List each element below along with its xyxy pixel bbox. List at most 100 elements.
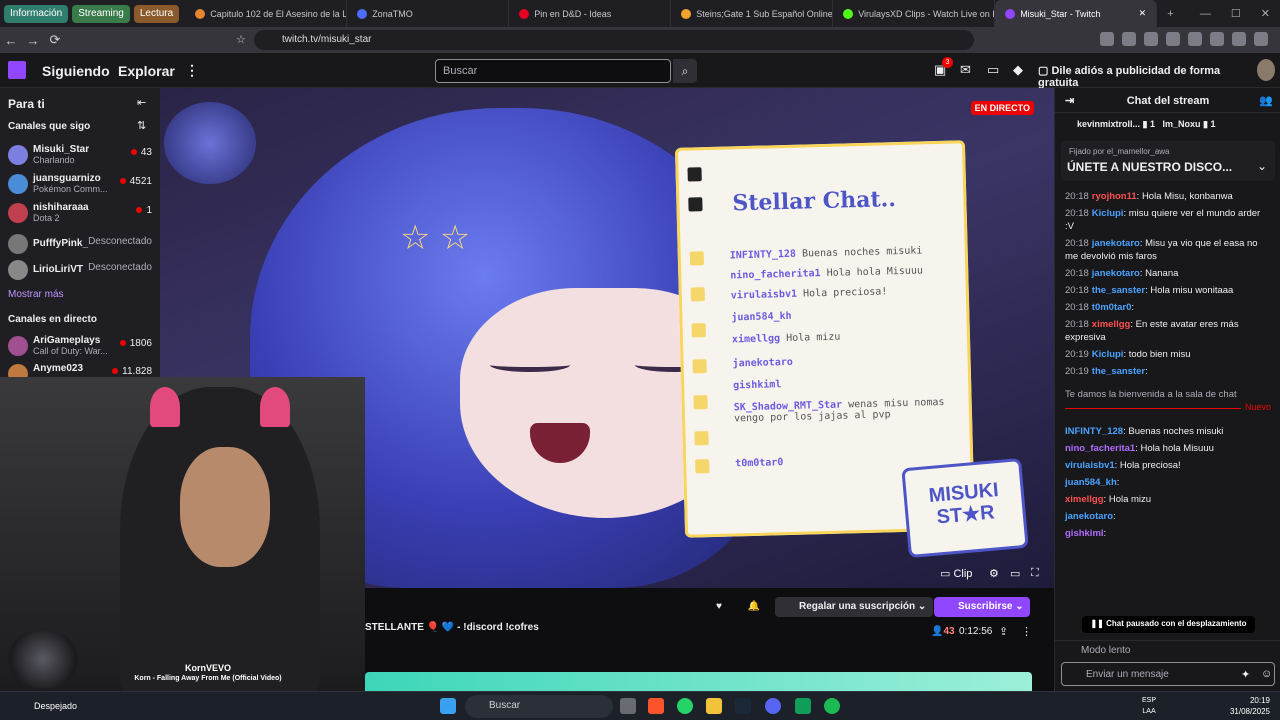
ad-free-button[interactable]: ▢ Dile adiós a publicidad de forma gratu… <box>1038 60 1248 89</box>
weather-widget[interactable]: Despejado <box>34 701 77 711</box>
browser-tab-active[interactable]: Misuki_Star - Twitch ✕ <box>995 0 1158 27</box>
brave-icon[interactable] <box>648 698 664 714</box>
browser-tab[interactable]: Pin en D&D - Ideas <box>509 0 672 27</box>
search-input[interactable]: Buscar <box>435 59 671 83</box>
bookmark-icon[interactable]: ☆ <box>236 33 246 46</box>
chat-paused-notice[interactable]: ❚❚ Chat pausado con el desplazamiento <box>1082 616 1255 633</box>
message-user[interactable]: ximellgg <box>1092 319 1131 330</box>
browser-tab[interactable]: VirulaysXD Clips - Watch Live on Kic <box>833 0 996 27</box>
collapse-icon[interactable]: ⇤ <box>137 96 146 109</box>
back-icon[interactable]: ← <box>0 33 22 48</box>
message-user[interactable]: virulaisbv1 <box>1065 460 1115 471</box>
extension-icon[interactable] <box>1100 31 1114 46</box>
taskbar-clock[interactable]: 20:19 31/08/2025 <box>1230 695 1270 717</box>
extension-icon[interactable] <box>1210 31 1224 46</box>
message-user[interactable]: INFINTY_128 <box>1065 426 1123 437</box>
maximize-icon[interactable]: ☐ <box>1221 7 1251 20</box>
sidebar-channel[interactable]: juansguarnizo Pokémon Comm... 4521 <box>8 172 156 196</box>
user-avatar[interactable] <box>1257 59 1275 81</box>
browse-link[interactable]: Explorar <box>118 63 175 79</box>
chevron-down-icon[interactable]: ⌄ <box>1257 159 1267 173</box>
emote-icon[interactable]: ☺ <box>1261 668 1272 680</box>
more-menu-icon[interactable]: ⋮ <box>185 62 199 79</box>
gift-sub-button[interactable]: Regalar una suscripción ⌄ <box>775 597 933 617</box>
subscribe-button[interactable]: Suscribirse ⌄ <box>934 597 1030 617</box>
bits-icon[interactable]: ✦ <box>1241 668 1250 681</box>
discord-icon[interactable] <box>765 698 781 714</box>
message-user[interactable]: t0m0tar0 <box>1092 302 1132 313</box>
sidebar-channel[interactable]: AriGameplays Call of Duty: War... 1806 <box>8 334 156 358</box>
taskbar-search[interactable]: Buscar <box>465 695 613 718</box>
message-user[interactable]: nino_facherita1 <box>1065 443 1135 454</box>
browser-tab-bar: Información Streaming Lectura Capitulo 1… <box>0 0 1280 27</box>
tab-group-lectura[interactable]: Lectura <box>133 4 180 23</box>
minimize-icon[interactable]: — <box>1190 8 1221 20</box>
extension-icon[interactable] <box>1188 31 1202 46</box>
clip-button[interactable]: ▭ Clip <box>940 567 972 580</box>
board-user: nino_facherita1 <box>730 268 821 282</box>
message-user[interactable]: janekotaro <box>1065 511 1113 522</box>
message-user[interactable]: the_sanster <box>1092 366 1145 377</box>
extension-icon[interactable] <box>1166 31 1180 46</box>
sidebar-channel[interactable]: PufffyPink_ Desconectado <box>8 232 156 256</box>
new-tab-icon[interactable]: + <box>1157 8 1183 20</box>
tab-group-informacion[interactable]: Información <box>4 4 69 23</box>
message-user[interactable]: gishkiml <box>1065 528 1104 539</box>
forward-icon[interactable]: → <box>22 33 44 48</box>
message-user[interactable]: Kiclupi <box>1092 349 1124 360</box>
reload-icon[interactable]: ⟳ <box>44 32 66 48</box>
message-user[interactable]: Kiclupi <box>1092 208 1124 219</box>
more-options-icon[interactable]: ⋮ <box>1021 625 1032 638</box>
heart-icon[interactable]: ♥ <box>709 597 729 617</box>
tab-group-streaming[interactable]: Streaming <box>72 4 130 23</box>
theatre-mode-icon[interactable]: ▭ <box>1010 567 1020 580</box>
share-icon[interactable]: ⇪ <box>999 625 1008 638</box>
language-indicator[interactable]: ESP LAA <box>1142 695 1156 717</box>
crown-icon[interactable]: ◆ <box>1013 62 1023 78</box>
clip-label: Clip <box>953 568 973 580</box>
collapse-chat-icon[interactable]: ⇥ <box>1065 94 1074 107</box>
extension-icon[interactable] <box>1122 31 1136 46</box>
browser-tab[interactable]: ZonaTMO <box>347 0 510 27</box>
message-time: 20:18 <box>1065 319 1089 330</box>
message-time: 20:18 <box>1065 285 1089 296</box>
close-tab-icon[interactable]: ✕ <box>1139 8 1147 19</box>
following-link[interactable]: Siguiendo <box>42 63 110 79</box>
paused-label: Chat pausado con el desplazamiento <box>1106 619 1247 628</box>
whatsapp-icon[interactable] <box>677 698 693 714</box>
extension-icon[interactable] <box>1144 31 1158 46</box>
spotify-icon[interactable] <box>824 698 840 714</box>
sidebar-channel[interactable]: LirioLiriVT Desconectado <box>8 258 156 282</box>
sort-icon[interactable]: ⇅ <box>137 119 146 132</box>
message-user[interactable]: janekotaro <box>1092 268 1140 279</box>
close-window-icon[interactable]: ✕ <box>1251 7 1280 20</box>
sidebar-channel[interactable]: Misuki_Star Charlando 43 <box>8 143 156 167</box>
settings-gear-icon[interactable]: ⚙ <box>989 567 999 580</box>
bell-icon[interactable]: 🔔 <box>744 597 764 617</box>
chat-bubble-icon[interactable]: ▭ <box>987 62 999 78</box>
extension-icon[interactable] <box>1254 31 1268 46</box>
message-user[interactable]: ximellgg <box>1065 494 1104 505</box>
mail-icon[interactable]: ✉ <box>960 62 971 78</box>
address-bar[interactable]: twitch.tv/misuki_star <box>254 30 974 50</box>
show-more-link[interactable]: Mostrar más <box>8 289 64 300</box>
task-view-icon[interactable] <box>620 698 636 714</box>
sidebar-channel[interactable]: nishiharaaa Dota 2 1 <box>8 201 156 225</box>
fullscreen-icon[interactable]: ⛶ <box>1031 567 1039 580</box>
windows-start-icon[interactable] <box>440 698 456 714</box>
pinned-message[interactable]: Fijado por el_mamellor_awa ÚNETE A NUEST… <box>1061 141 1275 181</box>
file-explorer-icon[interactable] <box>706 698 722 714</box>
message-user[interactable]: juan584_kh <box>1065 477 1117 488</box>
twitch-logo-icon[interactable] <box>8 61 26 79</box>
community-icon[interactable]: 👥 <box>1259 94 1273 107</box>
browser-tab[interactable]: Steins;Gate 1 Sub Español Online gr <box>671 0 834 27</box>
message-user[interactable]: janekotaro <box>1092 238 1140 249</box>
viewer-count: 11.828 <box>112 366 152 377</box>
browser-tab[interactable]: Capitulo 102 de El Asesino de la Luz <box>185 0 348 27</box>
app-icon[interactable] <box>795 698 811 714</box>
message-user[interactable]: ryojhon11 <box>1092 191 1137 202</box>
extension-icon[interactable] <box>1232 31 1246 46</box>
steam-icon[interactable] <box>735 698 751 714</box>
search-icon[interactable]: ⌕ <box>673 59 697 83</box>
message-user[interactable]: the_sanster <box>1092 285 1145 296</box>
